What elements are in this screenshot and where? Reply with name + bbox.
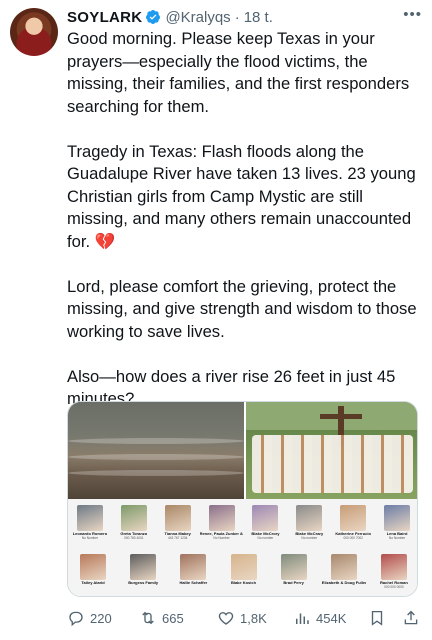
person-note: 000 000 7002 [343, 536, 363, 540]
missing-person-card: Lena Baird No Number [375, 505, 417, 540]
repost-count: 665 [162, 610, 184, 626]
person-photo [380, 554, 407, 580]
more-options-icon[interactable]: ••• [403, 6, 422, 23]
heart-icon [218, 612, 234, 625]
missing-person-card: Brad Perry [272, 554, 316, 585]
person-photo [230, 554, 257, 580]
missing-person-card: Greta Toranzo 000 783 4001 [112, 505, 156, 540]
missing-person-card: Blake McCrary No number [287, 505, 331, 540]
missing-person-card: Renee, Paula Zunker & KidsNo Number [200, 505, 244, 540]
like-count: 1,8K [240, 610, 267, 626]
paragraph: Tragedy in Texas: Flash floods along the… [67, 141, 416, 251]
person-name: Hallie Schaffer [179, 580, 208, 585]
broken-heart-emoji: 💔 [94, 231, 116, 251]
person-photo [208, 505, 235, 531]
paragraph: Lord, please comfort the grieving, prote… [67, 276, 417, 341]
missing-person-card: Elizabeth & Doug Fuller [322, 554, 366, 585]
missing-person-card: Katherine Ferrucio 000 000 7002 [331, 505, 375, 540]
person-note: 000 000 0000 [384, 585, 404, 589]
person-note: No number [301, 536, 318, 540]
verified-badge-icon [146, 10, 161, 24]
person-photo [296, 505, 323, 531]
paragraph: Good morning. Please keep Texas in your … [67, 29, 410, 116]
media-grid[interactable]: Leonardo Romero No Number Greta Toranzo 000… [67, 401, 418, 597]
share-button[interactable] [402, 609, 420, 627]
person-photo [76, 505, 103, 531]
share-icon [404, 610, 418, 625]
bookmark-icon [371, 610, 383, 626]
person-photo [130, 554, 157, 580]
view-count: 454K [316, 610, 347, 626]
reply-button[interactable]: 220 [67, 609, 112, 627]
missing-people-collage[interactable]: Leonardo Romero No Number Greta Toranzo 000… [68, 499, 417, 596]
person-note: No Number [213, 536, 230, 540]
avatar[interactable] [10, 8, 58, 56]
person-note: No Number [81, 536, 99, 540]
person-photo [164, 505, 191, 531]
person-name: Elizabeth & Doug Fuller [321, 580, 366, 585]
repost-button[interactable]: 665 [139, 609, 184, 627]
reply-icon [69, 611, 83, 627]
person-note: No Number [388, 536, 406, 540]
person-photo [280, 554, 307, 580]
action-bar: 220 665 1,8K 454K [67, 606, 422, 630]
separator: · [234, 8, 240, 26]
reply-count: 220 [90, 610, 112, 626]
person-note: 443 767 1234 [167, 536, 188, 540]
person-name: Burgess Family [128, 580, 159, 585]
flood-photo[interactable] [68, 402, 244, 499]
handle[interactable]: @Kralyqs [165, 9, 230, 26]
person-note: No number [257, 536, 274, 540]
like-button[interactable]: 1,8K [217, 609, 267, 627]
camp-photo[interactable] [246, 402, 417, 499]
person-photo [80, 554, 107, 580]
missing-person-card: Tailey Alarid [71, 554, 115, 585]
person-note: 000 783 4001 [124, 536, 144, 540]
person-name: Blake Kosich [230, 580, 257, 585]
person-photo [120, 505, 147, 531]
missing-person-card: Hallie Schaffer [171, 554, 215, 585]
person-photo [330, 554, 357, 580]
timestamp[interactable]: 18 t. [244, 9, 273, 26]
person-photo [384, 505, 411, 531]
missing-person-card: Burgess Family [121, 554, 165, 585]
missing-person-card: Leonardo Romero No Number [68, 505, 112, 540]
display-name[interactable]: SOYLARK [67, 9, 142, 26]
tweet-header: SOYLARK @Kralyqs · 18 t. ••• [67, 6, 422, 28]
missing-person-card: Rachel Roman 000 000 0000 [372, 554, 416, 589]
bookmark-button[interactable] [368, 609, 386, 627]
missing-person-card: Blake Kosich [222, 554, 266, 585]
person-photo [180, 554, 207, 580]
views-button[interactable]: 454K [293, 609, 346, 627]
repost-icon [142, 611, 154, 625]
person-photo [252, 505, 279, 531]
tweet-text: Good morning. Please keep Texas in your … [67, 28, 425, 411]
views-icon [296, 613, 309, 624]
person-photo [340, 505, 367, 531]
person-name: Tailey Alarid [81, 580, 105, 585]
missing-person-card: Tianna Mabey 443 767 1234 [156, 505, 200, 540]
missing-person-card: Blake McCrory No number [243, 505, 287, 540]
person-name: Brad Perry [283, 580, 304, 585]
